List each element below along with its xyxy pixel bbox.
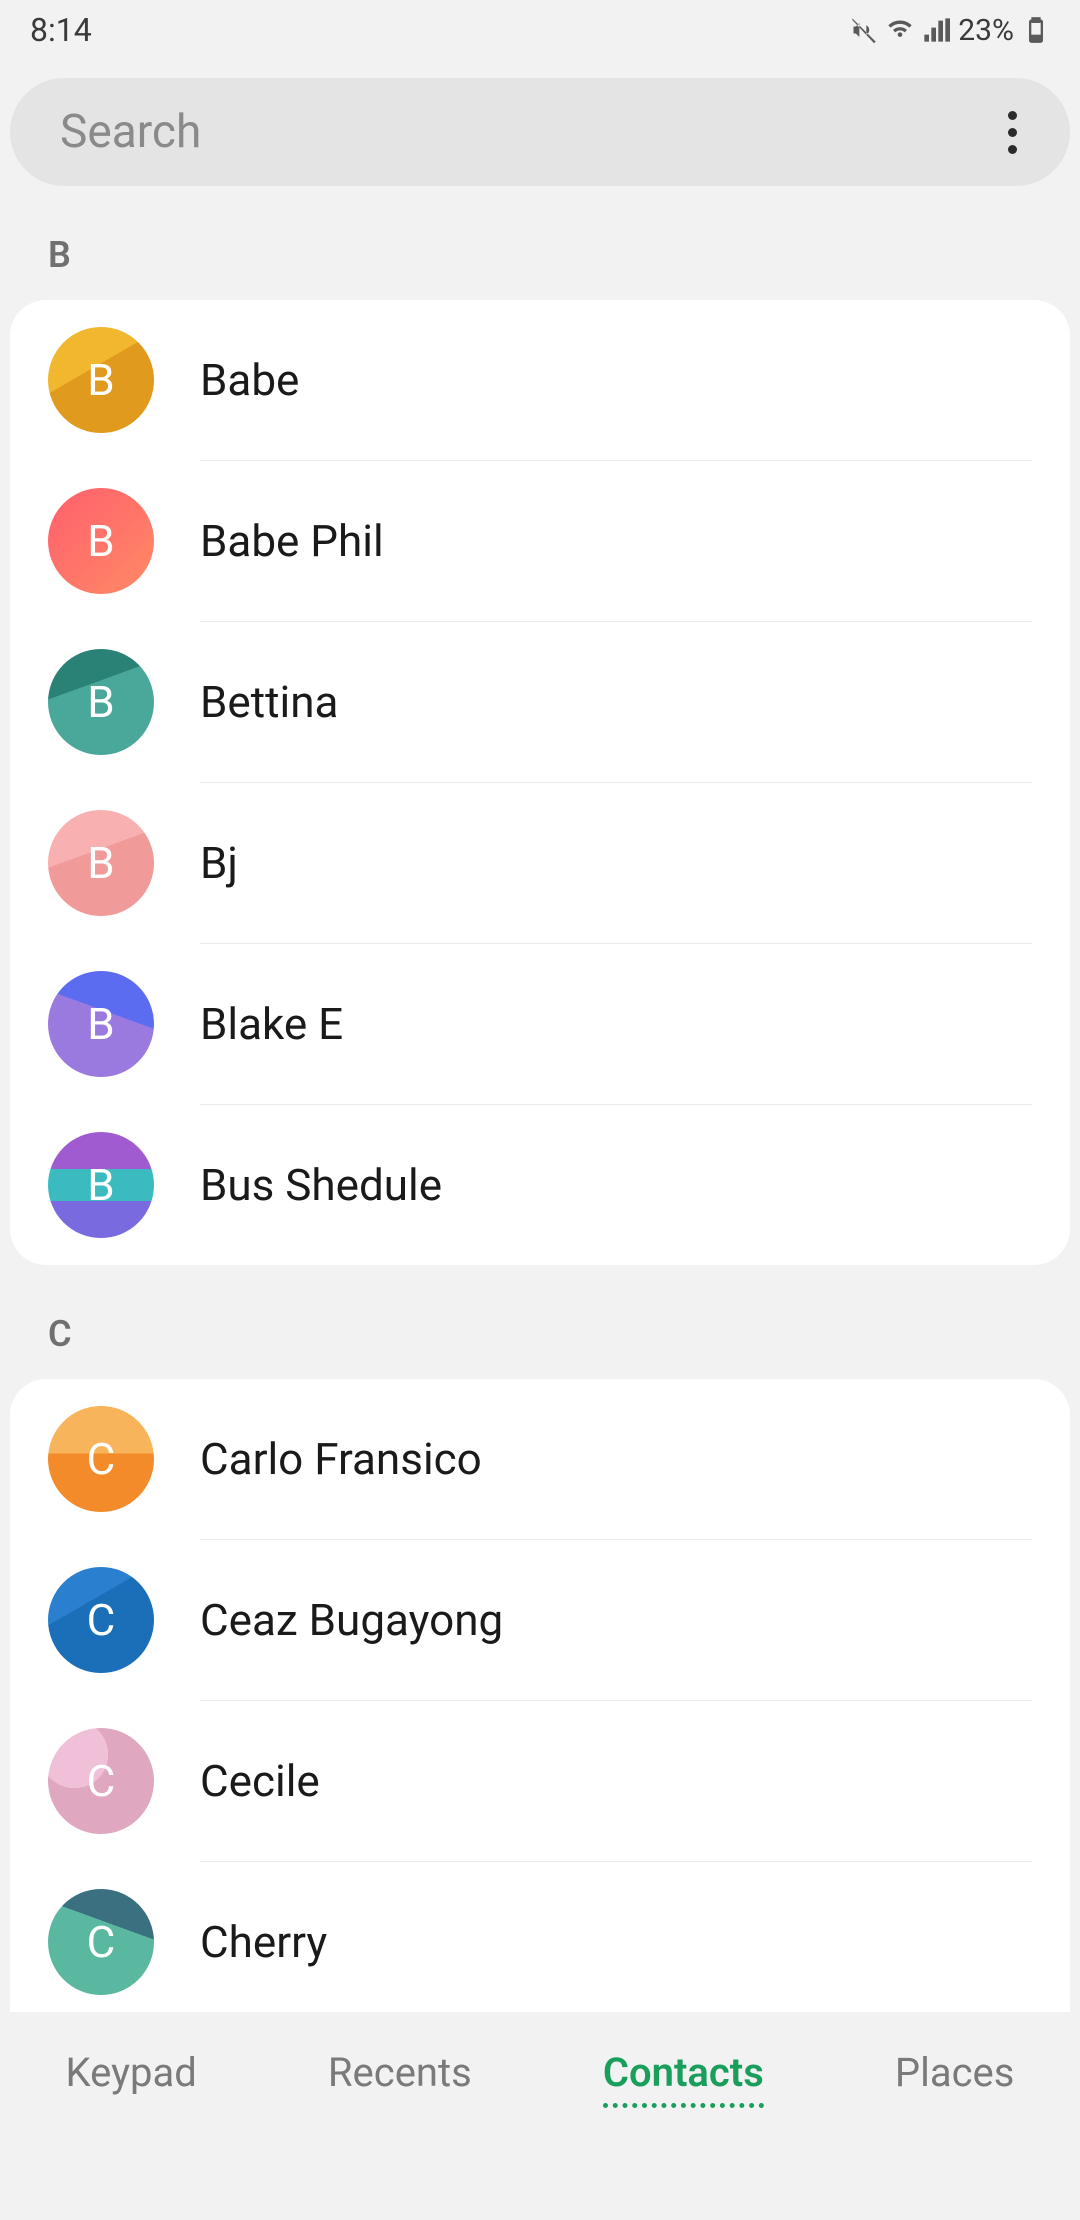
contact-name: Babe Phil xyxy=(200,515,384,567)
search-placeholder: Search xyxy=(60,105,992,159)
bottom-nav: Keypad Recents Contacts Places xyxy=(0,2012,1080,2132)
more-icon[interactable] xyxy=(992,111,1032,154)
avatar-letter: C xyxy=(87,1594,116,1646)
avatar-letter: B xyxy=(87,998,114,1050)
battery-pct: 23% xyxy=(958,13,1014,48)
contact-row[interactable]: C Cherry xyxy=(10,1862,1070,2012)
avatar: B xyxy=(48,327,154,433)
avatar: B xyxy=(48,1132,154,1238)
wifi-icon xyxy=(886,16,914,44)
contact-name: Cherry xyxy=(200,1916,327,1968)
contact-row[interactable]: B Blake E xyxy=(10,944,1070,1104)
avatar: C xyxy=(48,1567,154,1673)
avatar: C xyxy=(48,1406,154,1512)
tab-keypad[interactable]: Keypad xyxy=(66,2039,197,2106)
contact-row[interactable]: B Bj xyxy=(10,783,1070,943)
avatar: C xyxy=(48,1889,154,1995)
contact-row[interactable]: C Carlo Fransico xyxy=(10,1379,1070,1539)
avatar-letter: B xyxy=(87,1159,114,1211)
contact-row[interactable]: B Babe Phil xyxy=(10,461,1070,621)
contact-name: Cecile xyxy=(200,1755,320,1807)
contact-row[interactable]: B Bettina xyxy=(10,622,1070,782)
status-bar: 8:14 23% xyxy=(0,0,1080,60)
search-bar[interactable]: Search xyxy=(10,78,1070,186)
avatar-letter: C xyxy=(87,1433,116,1485)
avatar: B xyxy=(48,810,154,916)
contact-name: Blake E xyxy=(200,998,343,1050)
tab-recents[interactable]: Recents xyxy=(328,2039,472,2106)
avatar-letter: B xyxy=(87,676,114,728)
contacts-list[interactable]: B B Babe B Babe Phil B Bettina B Bj B Blake E B Bus … xyxy=(0,186,1080,2012)
avatar-letter: C xyxy=(87,1755,116,1807)
avatar: B xyxy=(48,971,154,1077)
tab-places[interactable]: Places xyxy=(895,2039,1015,2106)
contact-row[interactable]: B Babe xyxy=(10,300,1070,460)
avatar-letter: B xyxy=(87,515,114,567)
contact-name: Ceaz Bugayong xyxy=(200,1594,503,1646)
section-card: C Carlo Fransico C Ceaz Bugayong C Cecile C Che… xyxy=(10,1379,1070,2012)
contact-name: Babe xyxy=(200,354,299,406)
contact-name: Bj xyxy=(200,837,238,889)
contact-row[interactable]: C Ceaz Bugayong xyxy=(10,1540,1070,1700)
avatar: B xyxy=(48,488,154,594)
battery-icon xyxy=(1022,16,1050,44)
contact-name: Bus Shedule xyxy=(200,1159,442,1211)
contact-name: Carlo Fransico xyxy=(200,1433,482,1485)
status-time: 8:14 xyxy=(30,11,92,49)
contact-row[interactable]: B Bus Shedule xyxy=(10,1105,1070,1265)
avatar-letter: C xyxy=(87,1916,116,1968)
avatar-letter: B xyxy=(87,354,114,406)
contact-row[interactable]: C Cecile xyxy=(10,1701,1070,1861)
avatar: B xyxy=(48,649,154,755)
status-right: 23% xyxy=(850,13,1050,48)
section-header: C xyxy=(0,1265,1080,1379)
signal-icon xyxy=(922,16,950,44)
avatar: C xyxy=(48,1728,154,1834)
avatar-letter: B xyxy=(87,837,114,889)
contact-name: Bettina xyxy=(200,676,338,728)
section-card: B Babe B Babe Phil B Bettina B Bj B Blake E B Bus S… xyxy=(10,300,1070,1265)
tab-contacts[interactable]: Contacts xyxy=(603,2039,764,2106)
vibrate-mute-icon xyxy=(850,16,878,44)
section-header: B xyxy=(0,186,1080,300)
